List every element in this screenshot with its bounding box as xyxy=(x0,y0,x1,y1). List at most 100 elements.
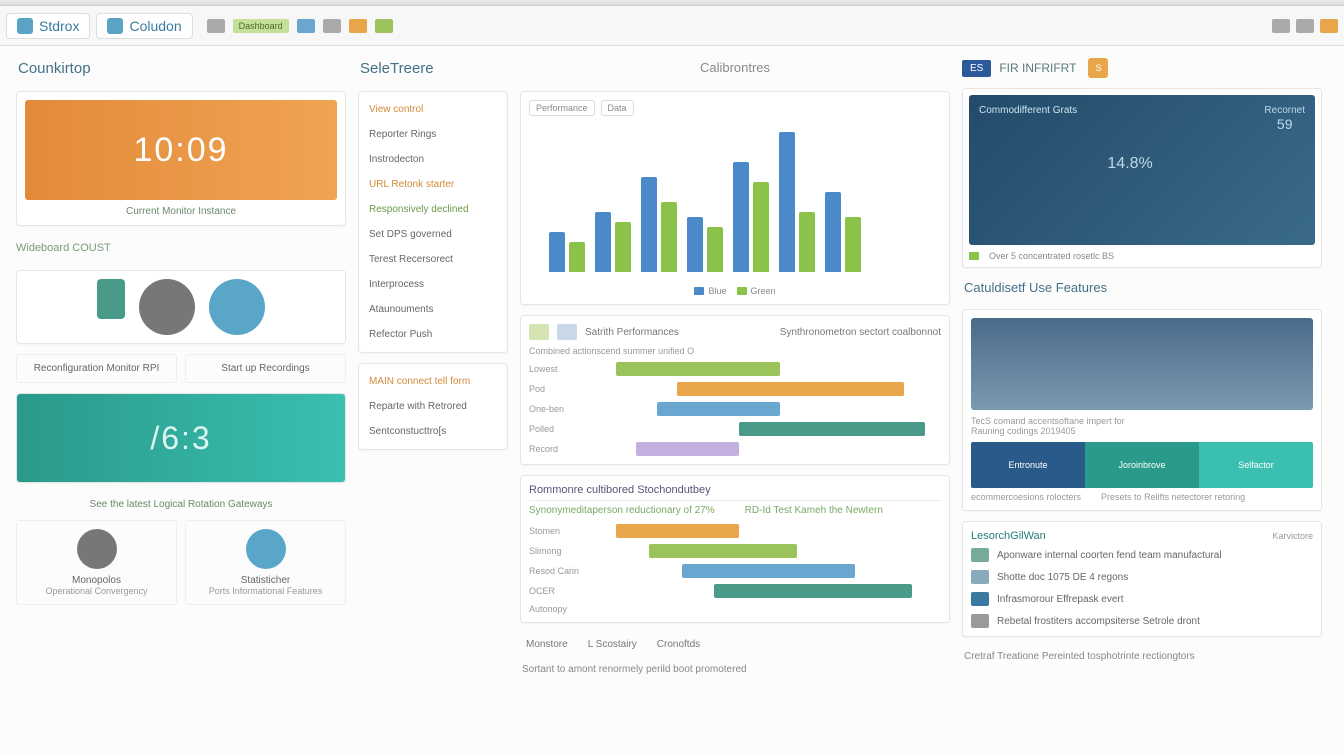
menu-item[interactable]: Refector Push xyxy=(367,325,499,344)
strip-icon[interactable] xyxy=(557,324,577,340)
preview-stat1: 14.8% xyxy=(1107,155,1152,173)
menu-item[interactable]: Reporter Rings xyxy=(367,125,499,144)
chart-tab-2[interactable]: Data xyxy=(601,100,634,116)
app-tab-1[interactable]: Stdrox xyxy=(6,13,90,39)
menu-item[interactable]: Terest Recersorect xyxy=(367,250,499,269)
menu-item[interactable]: Interprocess xyxy=(367,275,499,294)
menu-card: View control Reporter Rings Instrodecton UR… xyxy=(358,91,508,353)
promo-seg-2[interactable]: Joroinbrove xyxy=(1085,442,1199,488)
menu-item[interactable]: URL Retonk starter xyxy=(367,175,499,194)
strip-label2: Synthronometron sectort coalbonnot xyxy=(780,327,941,338)
right-head-title: FIR INFRIFRT xyxy=(999,61,1076,75)
menu-footer-2[interactable]: Reparte with Retrored xyxy=(367,397,499,416)
chart-bar xyxy=(595,212,611,272)
preview-side: Recornet xyxy=(1264,105,1305,116)
app-tabbar: Stdrox Coludon Dashboard xyxy=(0,6,1344,46)
gantt-row: Record xyxy=(529,442,941,456)
col1-subtitle: Wideboard COUST xyxy=(16,242,346,254)
chart-bar xyxy=(661,202,677,272)
tool-icon[interactable] xyxy=(349,19,367,33)
person-avatar-icon xyxy=(77,529,117,569)
grid-icon[interactable] xyxy=(1296,19,1314,33)
link-icon xyxy=(971,570,989,584)
sky-preview xyxy=(971,318,1313,410)
chart-bar xyxy=(615,222,631,272)
legend-green: Green xyxy=(751,286,776,296)
sky-cap1: TecS comand accentsoftane impert for xyxy=(971,416,1313,426)
menu-top-link[interactable]: View control xyxy=(367,100,499,119)
right-column: ES FIR INFRIFRT S Commodifferent Grats 1… xyxy=(962,58,1322,743)
bottom-tab-3[interactable]: Cronoftds xyxy=(657,639,700,650)
refresh-icon[interactable] xyxy=(97,279,125,319)
strip-label: Satrith Performances xyxy=(585,327,679,338)
gantt-row: One-ben xyxy=(529,402,941,416)
icon-row-card xyxy=(16,270,346,344)
chart-bar xyxy=(641,177,657,272)
hero-card[interactable]: 10:09 Current Monitor Instance xyxy=(16,91,346,226)
right-preview-card[interactable]: Commodifferent Grats 14.8% Recornet 59 O… xyxy=(962,88,1322,268)
notification-icon[interactable] xyxy=(1320,19,1338,33)
person-card-2[interactable]: Statisticher Ports Informational Feature… xyxy=(185,520,346,605)
final-note: Sortant to amont renormely perild boot p… xyxy=(520,660,950,679)
promo-seg-1[interactable]: Entronute xyxy=(971,442,1085,488)
strip-icon[interactable] xyxy=(529,324,549,340)
menu-column: SeleTreere View control Reporter Rings Ins… xyxy=(358,58,508,743)
link-icon xyxy=(971,592,989,606)
tool-icon[interactable] xyxy=(323,19,341,33)
chart-bar xyxy=(753,182,769,272)
tool-icon[interactable] xyxy=(375,19,393,33)
link-row[interactable]: Aponware internal coorten fend team manu… xyxy=(971,548,1313,562)
link-row[interactable]: Rebetal frostiters accompsiterse Setrole… xyxy=(971,614,1313,628)
menu-footer-card: MAIN connect tell form Reparte with Retr… xyxy=(358,363,508,450)
bottom-tab-2[interactable]: L Scostairy xyxy=(588,639,637,650)
legend-blue: Blue xyxy=(708,286,726,296)
bottom-tab-1[interactable]: Monstore xyxy=(526,639,568,650)
chart-tab-1[interactable]: Performance xyxy=(529,100,595,116)
sky-card[interactable]: TecS comand accentsoftane impert for Rau… xyxy=(962,309,1322,511)
tile-startup[interactable]: Start up Recordings xyxy=(185,354,346,383)
right-head-tab[interactable]: ES xyxy=(962,60,991,77)
app-tab-2-label: Coludon xyxy=(129,18,181,34)
settings-icon[interactable] xyxy=(1272,19,1290,33)
bar-chart-card: Performance Data Blue Green xyxy=(520,91,950,305)
promo-sub2: Presets to Relifts netectorer retoring xyxy=(1101,492,1245,502)
person-card-1[interactable]: Monopolos Operational Convergency xyxy=(16,520,177,605)
menu-item[interactable]: Ataunouments xyxy=(367,300,499,319)
center-header: Calibrontres xyxy=(520,58,950,81)
tile-reconfig[interactable]: Reconfiguration Monitor RPI xyxy=(16,354,177,383)
chart-bar xyxy=(687,217,703,272)
teal-card[interactable]: /6:3 xyxy=(16,393,346,483)
right-final: Cretraf Treatione Pereinted tosphotrinte… xyxy=(962,647,1322,666)
promo-seg-3[interactable]: Selfactor xyxy=(1199,442,1313,488)
link-icon xyxy=(971,548,989,562)
menu-item[interactable]: Set DPS governed xyxy=(367,225,499,244)
right-legend: Over 5 concentrated rosetlc BS xyxy=(989,251,1114,261)
menu-footer-1[interactable]: MAIN connect tell form xyxy=(367,372,499,391)
user-avatar-icon[interactable] xyxy=(139,279,195,335)
file-badge-icon[interactable]: S xyxy=(1088,58,1108,78)
sync-icon[interactable] xyxy=(209,279,265,335)
tool-icon[interactable] xyxy=(297,19,315,33)
app-tab-2[interactable]: Coludon xyxy=(96,13,192,39)
chart-bar xyxy=(707,227,723,272)
section3-title: LesorchGilWan xyxy=(971,530,1046,542)
link-row[interactable]: Shotte doc 1075 DE 4 regons xyxy=(971,570,1313,584)
left-column: Counkirtop 10:09 Current Monitor Instanc… xyxy=(16,58,346,743)
row-caption: See the latest Logical Rotation Gateways xyxy=(16,499,346,510)
hero-caption: Current Monitor Instance xyxy=(25,206,337,217)
chart-bar xyxy=(569,242,585,272)
menu-item[interactable]: Instrodecton xyxy=(367,150,499,169)
menu-footer-3[interactable]: Sentconstucttro[s xyxy=(367,422,499,441)
col2-title: SeleTreere xyxy=(358,58,508,81)
lower-title: Rommonre cultibored Stochondutbey xyxy=(529,484,941,496)
link-icon xyxy=(971,614,989,628)
gantt-row: Pod xyxy=(529,382,941,396)
toolbar-chip[interactable]: Dashboard xyxy=(233,19,289,33)
section3-badge: Karvictore xyxy=(1272,531,1313,541)
bar-chart xyxy=(529,122,941,282)
menu-item[interactable]: Responsively declined xyxy=(367,200,499,219)
lower-sub2: RD-Id Test Kameh the Newtern xyxy=(745,505,883,516)
link-row[interactable]: Infrasmorour Effrepask evert xyxy=(971,592,1313,606)
right-section2: Catuldisetf Use Features xyxy=(962,278,1322,299)
camera-icon[interactable] xyxy=(207,19,225,33)
